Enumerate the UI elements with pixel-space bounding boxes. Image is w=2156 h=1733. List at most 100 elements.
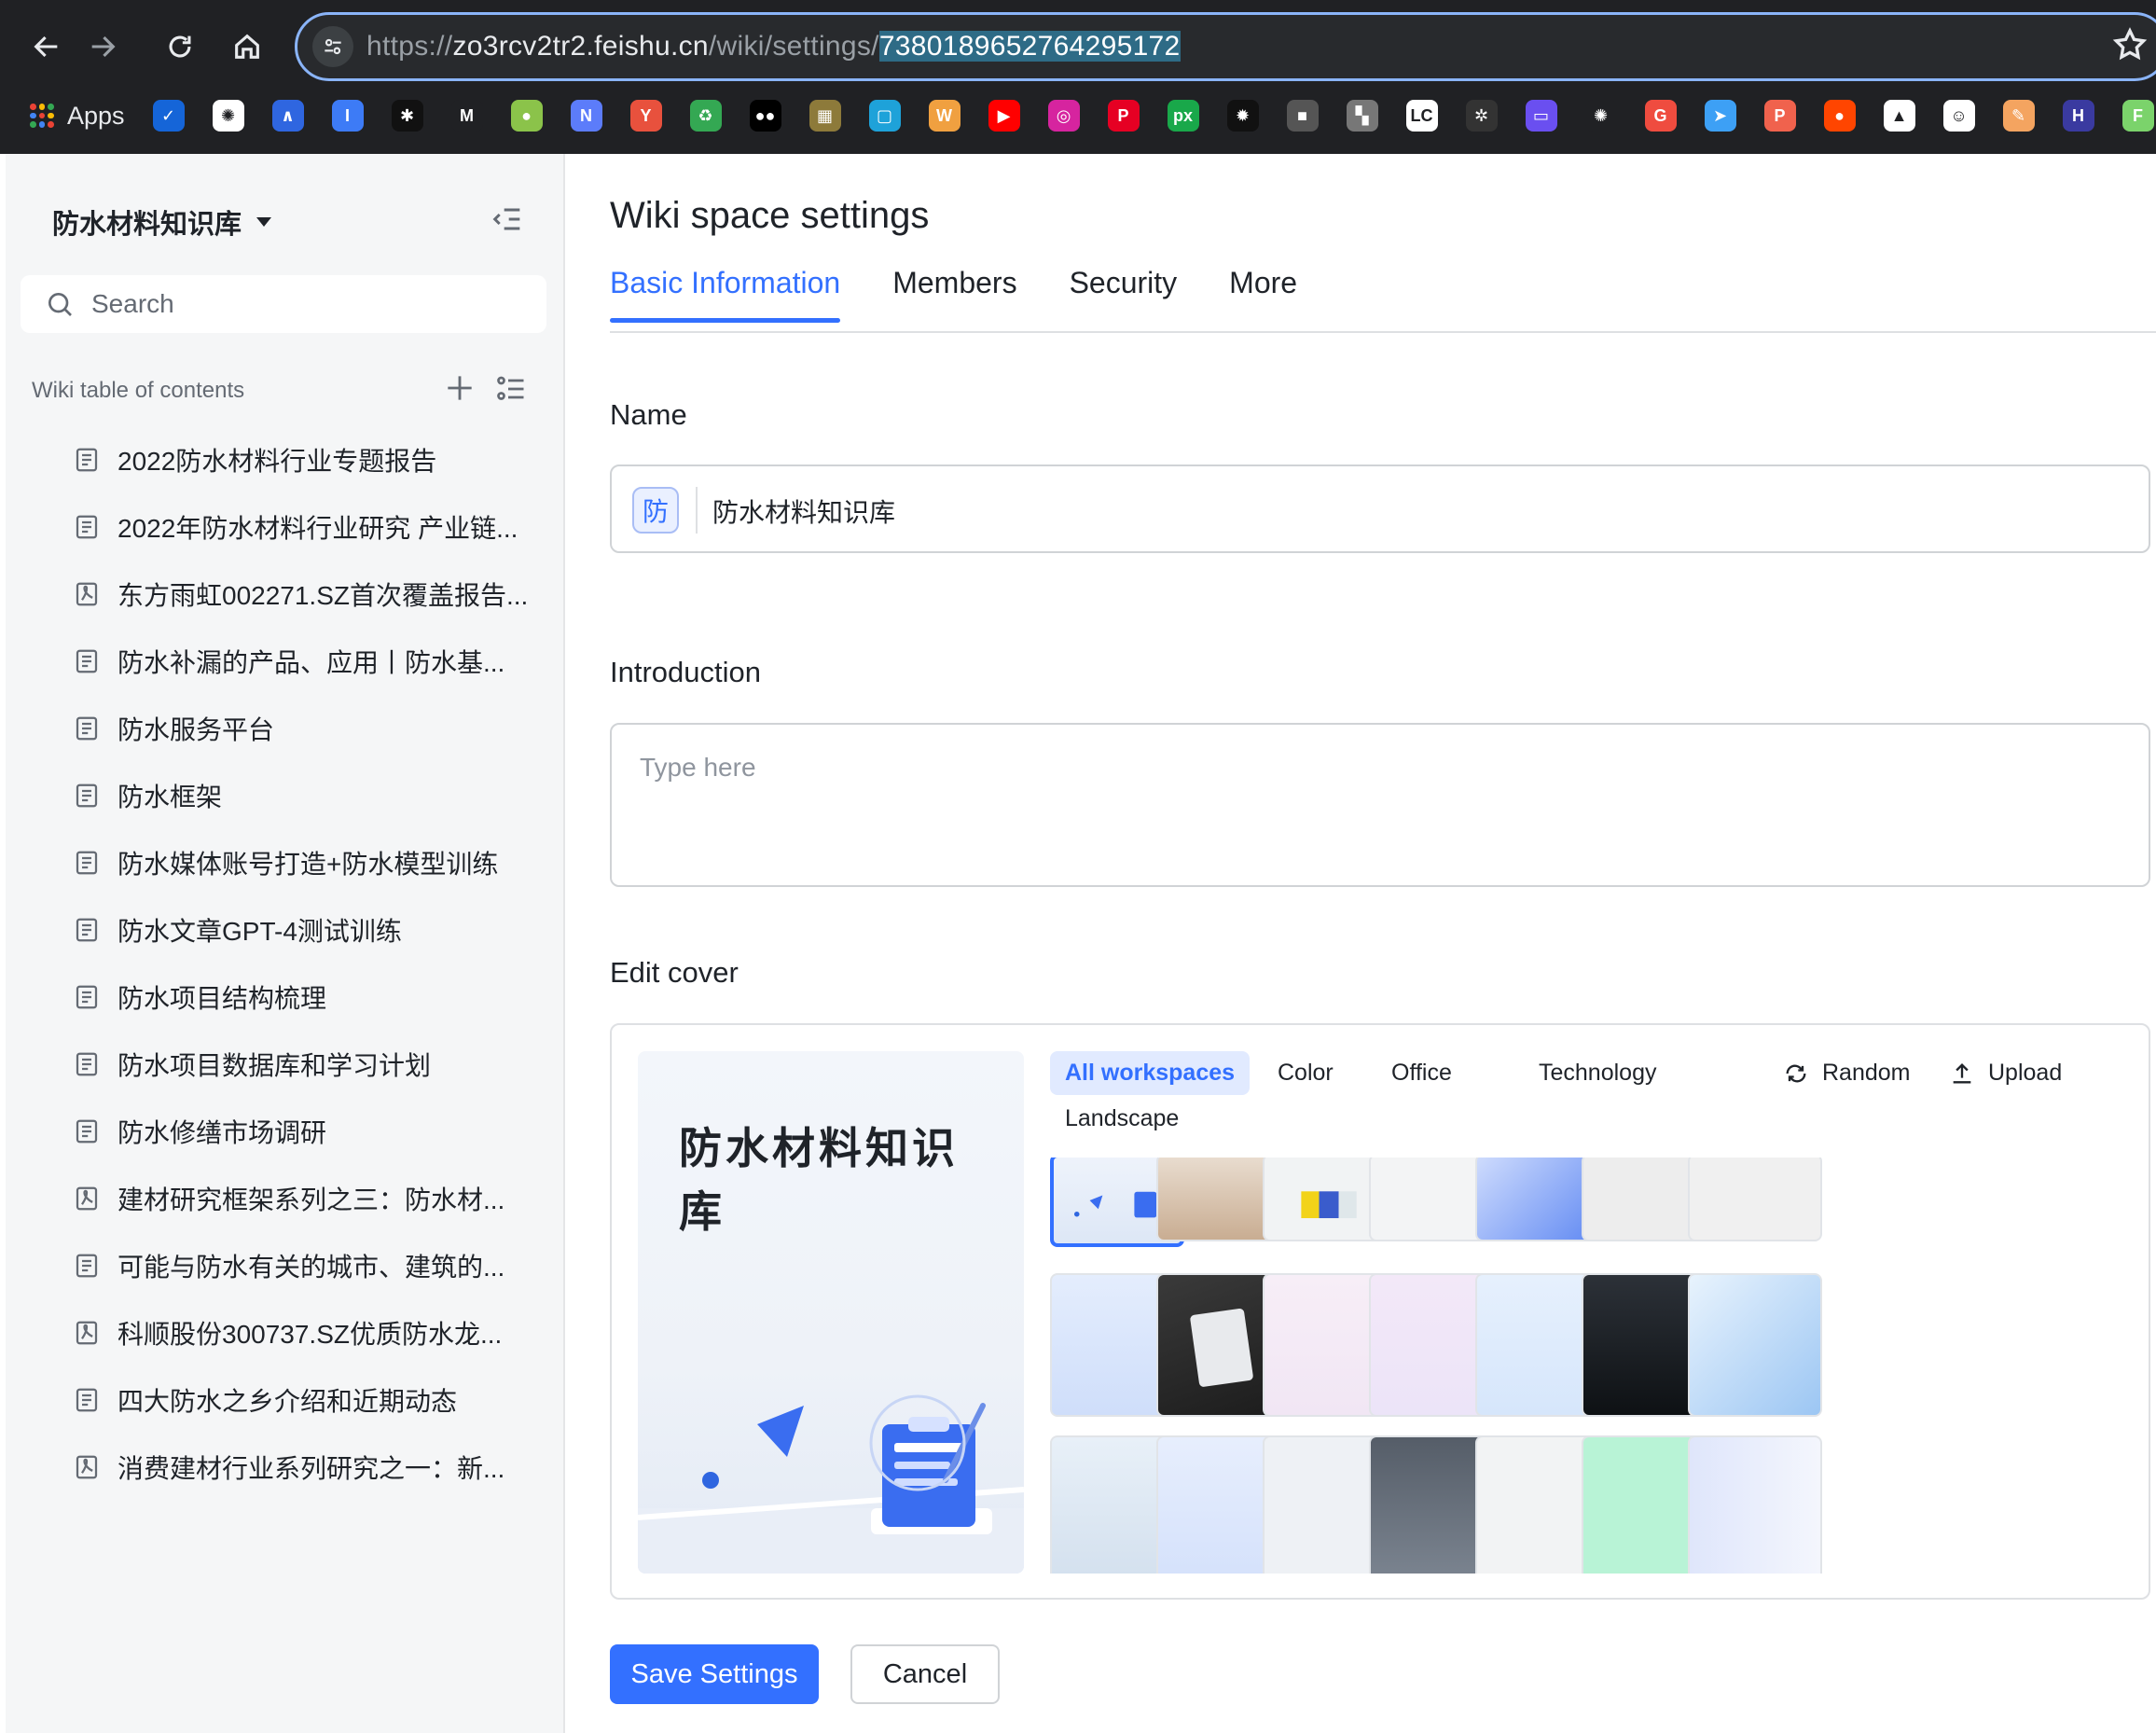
cover-category-all-workspaces[interactable]: All workspaces: [1050, 1051, 1251, 1095]
toc-item[interactable]: 2022年防水材料行业研究 产业链...: [6, 493, 563, 561]
bookmark-w-icon[interactable]: W: [928, 100, 961, 132]
toc-item[interactable]: 2022防水材料行业专题报告: [6, 426, 563, 493]
caret-down-icon: [256, 217, 272, 227]
bookmark-send-icon[interactable]: ➤: [1704, 100, 1736, 132]
bookmark-triangle-icon[interactable]: ▲: [1883, 100, 1915, 132]
bookmark-m-icon[interactable]: M: [450, 100, 483, 132]
bookmark-f-icon[interactable]: F: [2121, 100, 2154, 132]
document-icon: [76, 716, 98, 741]
bookmark-openai-icon[interactable]: ✺: [212, 100, 244, 132]
random-cover-button[interactable]: Random: [1783, 1060, 1911, 1087]
bookmark-y-icon[interactable]: Y: [629, 100, 662, 132]
cover-category-office[interactable]: Office: [1391, 1060, 1452, 1087]
bookmark-px-icon[interactable]: px: [1167, 100, 1199, 132]
cancel-button[interactable]: Cancel: [850, 1644, 1000, 1704]
toc-item[interactable]: 科顺股份300737.SZ优质防水龙...: [6, 1299, 563, 1366]
search-input[interactable]: Search: [21, 275, 546, 333]
cover-category-technology[interactable]: Technology: [1539, 1060, 1656, 1087]
toc-item[interactable]: 防水项目数据库和学习计划: [6, 1031, 563, 1098]
space-icon[interactable]: 防: [632, 487, 679, 534]
toc-item[interactable]: 防水框架: [6, 762, 563, 829]
name-label: Name: [610, 398, 687, 431]
bookmark-h-icon[interactable]: H: [2062, 100, 2094, 132]
toc-options-icon[interactable]: [494, 372, 528, 406]
site-settings-icon[interactable]: [312, 26, 353, 67]
bookmark-p-icon[interactable]: P: [1763, 100, 1796, 132]
bookmark-n-icon[interactable]: N: [570, 100, 602, 132]
toc-item[interactable]: 可能与防水有关的城市、建筑的...: [6, 1232, 563, 1299]
bookmark-feather-icon[interactable]: ✎: [2002, 100, 2035, 132]
tab-basic-information[interactable]: Basic Information: [610, 266, 841, 323]
url-prefix: https://: [366, 31, 453, 62]
cover-thumb-glass-blue[interactable]: [1688, 1273, 1822, 1417]
address-bar[interactable]: https://zo3rcv2tr2.feishu.cn/wiki/settin…: [295, 12, 2156, 81]
bookmark-recycle-icon[interactable]: ♻: [689, 100, 722, 132]
bookmark-box-icon[interactable]: ■: [1286, 100, 1319, 132]
bookmark-todo-icon[interactable]: ✓: [152, 100, 185, 132]
bookmark-chat-icon[interactable]: ▭: [1525, 100, 1557, 132]
bookmark-editor-icon[interactable]: I: [331, 100, 364, 132]
bookmark-pinterest-icon[interactable]: P: [1107, 100, 1140, 132]
chat-icon: ▭: [1533, 105, 1550, 125]
bookmark-meta-icon[interactable]: ∧: [271, 100, 304, 132]
shuffle-icon: [1786, 1064, 1806, 1082]
apps-shortcut[interactable]: Apps: [30, 102, 125, 131]
bookmark-youtube-icon[interactable]: ▶: [988, 100, 1020, 132]
toc-item[interactable]: 防水文章GPT-4测试训练: [6, 896, 563, 964]
toc-item[interactable]: 防水媒体账号打造+防水模型训练: [6, 829, 563, 896]
toc-item[interactable]: 防水项目结构梳理: [6, 964, 563, 1031]
toc-item[interactable]: 建材研究框架系列之三：防水材...: [6, 1165, 563, 1232]
bookmark-bilibili-icon[interactable]: ▢: [868, 100, 901, 132]
tab-more[interactable]: More: [1229, 266, 1297, 323]
tab-security[interactable]: Security: [1070, 266, 1178, 323]
reload-button[interactable]: [154, 21, 206, 73]
bookmark-lc-icon[interactable]: LC: [1405, 100, 1438, 132]
save-settings-button[interactable]: Save Settings: [610, 1644, 819, 1704]
bookmark-medium-icon[interactable]: ●●: [749, 100, 781, 132]
triangle-icon: ▲: [1890, 105, 1908, 125]
home-button[interactable]: [221, 21, 273, 73]
random-label: Random: [1822, 1060, 1911, 1086]
bookmark-puzzle-icon[interactable]: ▚: [1346, 100, 1378, 132]
toc-item[interactable]: 东方雨虹002271.SZ首次覆盖报告...: [6, 561, 563, 628]
meta-icon: ∧: [281, 105, 295, 125]
name-field[interactable]: 防 防水材料知识库: [610, 464, 2150, 553]
upload-cover-button[interactable]: Upload: [1949, 1060, 2062, 1087]
editor-icon: I: [345, 105, 351, 125]
toc-item[interactable]: 防水补漏的产品、应用丨防水基...: [6, 628, 563, 695]
toc-item[interactable]: 防水修缮市场调研: [6, 1098, 563, 1165]
toc-item[interactable]: 四大防水之乡介绍和近期动态: [6, 1366, 563, 1434]
back-button[interactable]: [21, 21, 73, 73]
document-icon: [76, 918, 98, 942]
browser-chrome: https://zo3rcv2tr2.feishu.cn/wiki/settin…: [0, 0, 2156, 154]
toc-item-label: 消费建材行业系列研究之一：新...: [117, 1454, 505, 1483]
cover-thumbnail-grid: [1050, 1158, 2141, 1574]
bookmark-compass-icon[interactable]: ✲: [1465, 100, 1498, 132]
bookmark-star-icon[interactable]: [2111, 26, 2149, 63]
bookmark-android-icon[interactable]: ●: [510, 100, 543, 132]
bookmark-reddit-icon[interactable]: ●: [1823, 100, 1856, 132]
cover-thumb-arrow[interactable]: [1688, 1158, 1822, 1241]
add-page-icon[interactable]: [442, 370, 477, 406]
bookmark-openai-icon-2[interactable]: ✺: [1584, 100, 1617, 132]
bookmark-image-icon[interactable]: ▦: [808, 100, 841, 132]
collapse-sidebar-icon[interactable]: [489, 201, 526, 238]
bookmark-instagram-icon[interactable]: ◎: [1047, 100, 1080, 132]
cover-thumb-lavender[interactable]: [1688, 1435, 1822, 1574]
cover-category-color[interactable]: Color: [1278, 1060, 1334, 1087]
bookmark-grammarly-icon[interactable]: G: [1644, 100, 1677, 132]
tab-members[interactable]: Members: [892, 266, 1016, 323]
introduction-textarea[interactable]: Type here: [610, 723, 2150, 887]
bookmark-gear-icon[interactable]: ✹: [1226, 100, 1259, 132]
toc-item-label: 防水文章GPT-4测试训练: [117, 917, 402, 946]
toc-item[interactable]: 消费建材行业系列研究之一：新...: [6, 1434, 563, 1501]
cover-category-landscape[interactable]: Landscape: [1065, 1105, 1179, 1132]
toc-item[interactable]: 防水服务平台: [6, 695, 563, 762]
url-text[interactable]: https://zo3rcv2tr2.feishu.cn/wiki/settin…: [366, 31, 1181, 62]
forward-button[interactable]: [76, 21, 129, 73]
bookmark-avatar-icon[interactable]: ☺: [1942, 100, 1975, 132]
bookmark-spider-icon[interactable]: ✱: [391, 100, 423, 132]
space-switcher[interactable]: 防水材料知识库: [52, 202, 272, 242]
settings-panel: Wiki space settings Basic Information Me…: [567, 154, 2156, 1733]
pdf-file-icon: [76, 582, 98, 606]
